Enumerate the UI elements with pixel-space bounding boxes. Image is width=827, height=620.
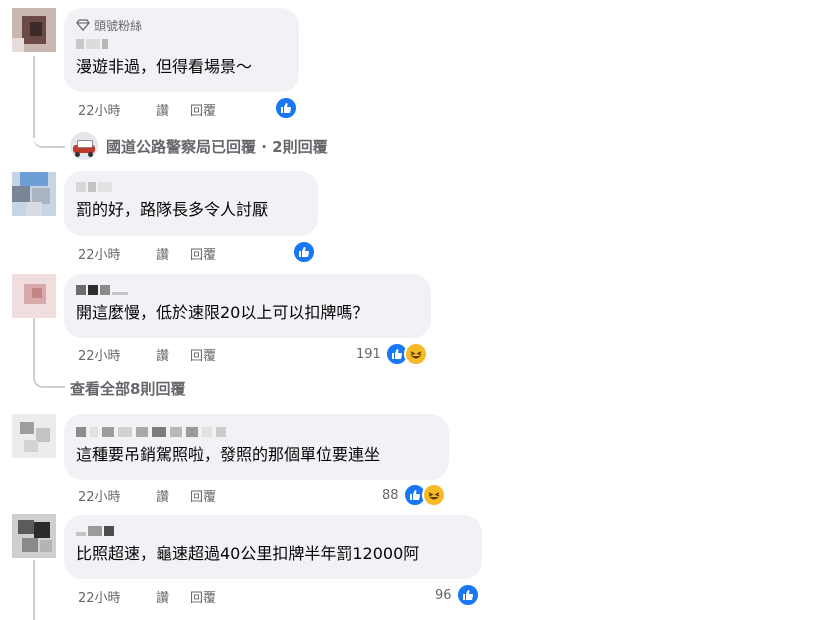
comment-text: 罰的好，路隊長多令人討厭 — [76, 200, 269, 219]
police-car-icon — [70, 132, 98, 160]
comment-bubble: 罰的好，路隊長多令人討厭 — [64, 171, 318, 236]
reaction-count: 191 — [356, 346, 381, 362]
reply-button[interactable]: 回覆 — [190, 486, 216, 505]
reply-button[interactable]: 回覆 — [190, 587, 216, 606]
comment-text: 漫遊非過，但得看場景～ — [76, 57, 253, 76]
diamond-icon — [76, 19, 90, 31]
avatar[interactable] — [12, 274, 56, 318]
view-all-replies-link[interactable]: 查看全部8則回覆 — [70, 378, 185, 399]
like-icon — [274, 96, 298, 120]
author-name-blurred[interactable] — [76, 282, 419, 298]
timestamp[interactable]: 22小時 — [78, 100, 156, 119]
thread-line — [33, 560, 35, 620]
like-button[interactable]: 讚 — [156, 486, 190, 505]
timestamp[interactable]: 22小時 — [78, 486, 156, 505]
reaction-summary[interactable] — [292, 240, 316, 264]
comment-meta: 22小時 讚 回覆 — [78, 485, 216, 505]
reaction-summary[interactable]: 96 — [435, 583, 480, 607]
reaction-count: 88 — [382, 487, 399, 503]
top-fan-label: 頭號粉絲 — [94, 18, 143, 33]
comment-meta: 22小時 讚 回覆 — [78, 99, 216, 119]
author-name-blurred[interactable] — [76, 36, 287, 52]
avatar[interactable] — [12, 172, 56, 216]
haha-icon — [403, 342, 428, 366]
comment-bubble: 這種要吊銷駕照啦，發照的那個單位要連坐 — [64, 414, 449, 480]
reply-button[interactable]: 回覆 — [190, 100, 216, 119]
comment-text: 這種要吊銷駕照啦，發照的那個單位要連坐 — [76, 445, 381, 464]
like-icon — [455, 583, 480, 607]
comment-bubble: 頭號粉絲 漫遊非過，但得看場景～ — [64, 8, 299, 92]
avatar[interactable] — [12, 414, 56, 458]
reply-button[interactable]: 回覆 — [190, 345, 216, 364]
thread-elbow — [33, 360, 65, 388]
author-name-blurred[interactable] — [76, 523, 470, 539]
timestamp[interactable]: 22小時 — [78, 345, 156, 364]
comment-meta: 22小時 讚 回覆 — [78, 344, 216, 364]
avatar[interactable] — [12, 514, 56, 558]
comment-bubble: 開這麼慢，低於速限20以上可以扣牌嗎？ — [64, 274, 431, 338]
comment-text: 比照超速，龜速超過40公里扣牌半年罰12000阿 — [76, 544, 420, 563]
comment-text: 開這麼慢，低於速限20以上可以扣牌嗎？ — [76, 303, 369, 322]
like-icon — [292, 240, 316, 264]
haha-icon — [421, 483, 446, 507]
view-all-replies-text[interactable]: 查看全部8則回覆 — [70, 378, 185, 399]
comment-meta: 22小時 讚 回覆 — [78, 586, 216, 606]
thread-elbow — [33, 120, 65, 148]
reaction-count: 96 — [435, 587, 452, 603]
timestamp[interactable]: 22小時 — [78, 244, 156, 263]
like-button[interactable]: 讚 — [156, 100, 190, 119]
author-name-blurred[interactable] — [76, 424, 437, 440]
page-reply-summary[interactable]: 國道公路警察局已回覆 · 2則回覆 — [70, 132, 328, 160]
reaction-summary[interactable] — [274, 96, 298, 120]
timestamp[interactable]: 22小時 — [78, 587, 156, 606]
like-button[interactable]: 讚 — [156, 345, 190, 364]
like-button[interactable]: 讚 — [156, 244, 190, 263]
like-button[interactable]: 讚 — [156, 587, 190, 606]
comment-meta: 22小時 讚 回覆 — [78, 243, 216, 263]
comment-bubble: 比照超速，龜速超過40公里扣牌半年罰12000阿 — [64, 515, 482, 579]
avatar[interactable] — [12, 8, 56, 52]
reaction-summary[interactable]: 88 — [382, 483, 446, 507]
reply-button[interactable]: 回覆 — [190, 244, 216, 263]
reaction-summary[interactable]: 191 — [356, 342, 428, 366]
reply-summary-text[interactable]: 國道公路警察局已回覆 · 2則回覆 — [106, 136, 328, 157]
top-fan-badge: 頭號粉絲 — [76, 16, 287, 34]
author-name-blurred[interactable] — [76, 179, 306, 195]
